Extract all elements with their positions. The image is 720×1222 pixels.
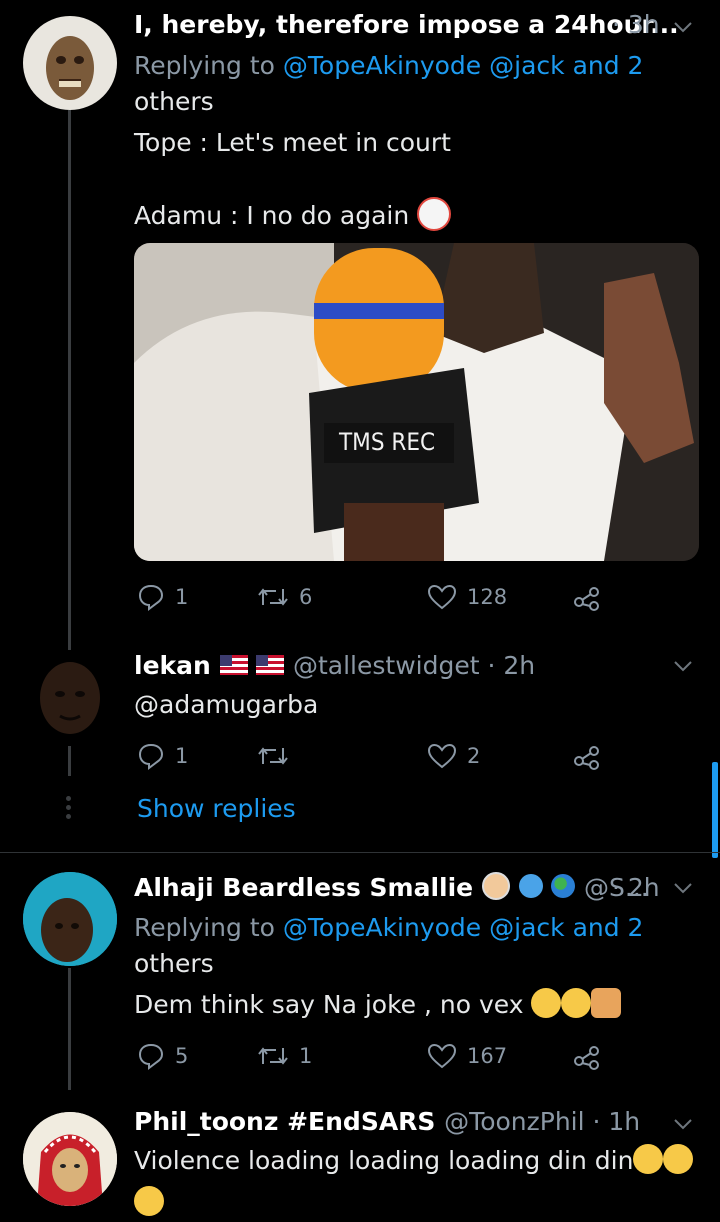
sweat-droplets-emoji-icon — [518, 874, 543, 898]
scrollbar-thumb[interactable] — [712, 762, 718, 858]
display-name[interactable]: lekan @tallestwidget · 2h — [134, 651, 535, 680]
tweet-text: Violence loading loading loading din din — [134, 1143, 694, 1179]
mention-link[interactable]: @TopeAkinyode @jack and 2 — [283, 913, 644, 942]
mention-link[interactable]: @adamugarba — [134, 687, 318, 723]
us-flag-icon — [219, 655, 248, 675]
replying-others-link[interactable]: others — [134, 84, 214, 120]
crying-face-emoji-icon — [561, 988, 592, 1018]
retweet-button[interactable]: 6 — [257, 583, 312, 611]
show-replies-link[interactable]: Show replies — [137, 794, 296, 823]
share-icon[interactable] — [572, 583, 602, 611]
raised-hands-emoji-icon — [591, 988, 622, 1018]
avatar[interactable] — [23, 872, 117, 966]
heart-icon — [427, 584, 457, 610]
replying-to: Replying to @TopeAkinyode @jack and 2 — [134, 51, 644, 80]
display-name[interactable]: I, hereby, therefore impose a 24hour... — [134, 10, 679, 39]
heart-icon — [427, 1043, 457, 1069]
heart-icon — [427, 743, 457, 769]
tweet-text: Dem think say Na joke , no vex — [134, 987, 622, 1023]
clown-emoji-icon — [417, 197, 452, 231]
display-name[interactable]: Alhaji Beardless Smallie @S... — [134, 872, 649, 903]
avatar[interactable] — [23, 1112, 117, 1206]
divider — [0, 852, 720, 853]
mention-link[interactable]: @TopeAkinyode @jack and 2 — [283, 51, 644, 80]
display-name[interactable]: Phil_toonz #EndSARS @ToonzPhil · 1h — [134, 1107, 640, 1136]
grinning-sweat-emoji-icon — [134, 1186, 164, 1216]
avatar[interactable] — [23, 650, 117, 744]
share-icon[interactable] — [572, 1042, 602, 1070]
like-button[interactable]: 2 — [427, 742, 480, 770]
reply-icon — [138, 743, 164, 770]
tweet-text: Tope : Let's meet in court — [134, 128, 451, 157]
chevron-down-icon[interactable] — [672, 1113, 694, 1135]
retweet-icon — [258, 588, 288, 606]
retweet-icon — [258, 747, 288, 765]
reply-button[interactable]: 1 — [137, 742, 188, 770]
tweet-image[interactable]: TMS REC — [134, 243, 699, 561]
more-replies-dots — [66, 796, 71, 822]
avatar[interactable] — [23, 16, 117, 110]
retweet-button[interactable]: 1 — [257, 1042, 312, 1070]
us-flag-icon — [256, 655, 285, 675]
chevron-down-icon[interactable] — [672, 16, 694, 38]
timestamp: · 2h — [612, 873, 660, 902]
chevron-down-icon[interactable] — [672, 655, 694, 677]
mic-label: TMS REC — [338, 428, 435, 456]
like-button[interactable]: 128 — [427, 583, 507, 611]
tweet-text: Adamu : I no do again — [134, 197, 452, 234]
globe-emoji-icon — [551, 874, 576, 898]
retweet-icon — [258, 1047, 288, 1065]
like-button[interactable]: 167 — [427, 1042, 507, 1070]
crying-face-emoji-icon — [531, 988, 562, 1018]
grinning-sweat-emoji-icon — [663, 1144, 694, 1174]
woman-emoji-icon — [481, 872, 510, 900]
share-icon[interactable] — [572, 742, 602, 770]
reply-icon — [138, 584, 164, 611]
reply-icon — [138, 1043, 164, 1070]
retweet-button[interactable] — [257, 742, 289, 770]
replying-to: Replying to @TopeAkinyode @jack and 2 — [134, 913, 644, 942]
reply-button[interactable]: 1 — [137, 583, 188, 611]
reply-button[interactable]: 5 — [137, 1042, 188, 1070]
replying-others-link[interactable]: others — [134, 946, 214, 982]
grinning-sweat-emoji-icon — [633, 1144, 664, 1174]
timestamp: · 3h — [612, 10, 660, 39]
chevron-down-icon[interactable] — [672, 877, 694, 899]
